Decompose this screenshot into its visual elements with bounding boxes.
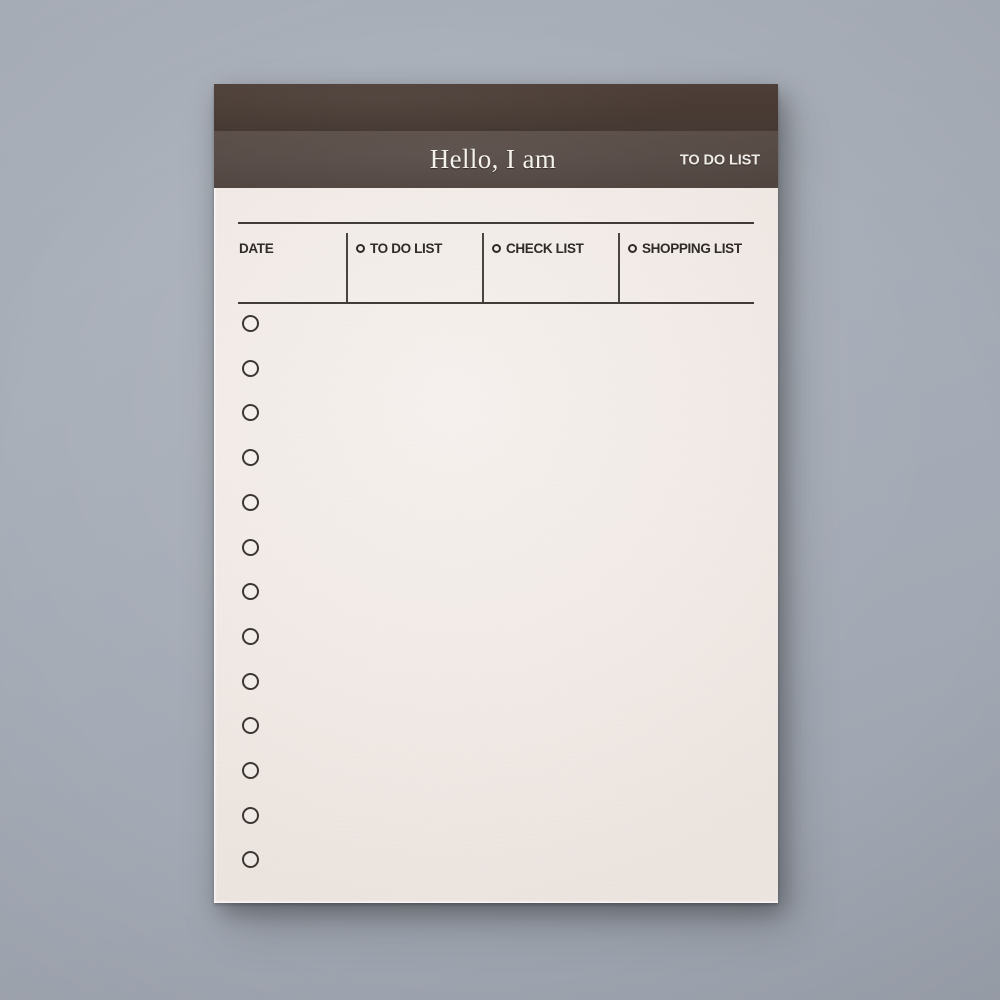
punch-hole-circle[interactable] bbox=[242, 315, 259, 332]
sheet-left-edge-highlight bbox=[214, 188, 217, 903]
notepad-sheet: DATE TO DO LIST CHECK LIST SHOPPING LIST bbox=[214, 188, 778, 903]
notepad[interactable]: Hello, I am TO DO LIST DATE TO DO LIST C… bbox=[214, 84, 778, 903]
punch-hole-circle[interactable] bbox=[242, 538, 259, 556]
punch-hole-circle[interactable] bbox=[242, 583, 259, 601]
punch-hole-circle[interactable] bbox=[242, 404, 259, 422]
punch-hole-circle[interactable] bbox=[242, 359, 259, 377]
column-divider-2 bbox=[482, 233, 484, 302]
column-header-check-list-label: CHECK LIST bbox=[506, 241, 584, 256]
column-header-shopping-list[interactable]: SHOPPING LIST bbox=[628, 241, 742, 256]
notepad-binding-strip bbox=[214, 84, 778, 131]
punch-hole-circle[interactable] bbox=[242, 672, 259, 690]
column-divider-1 bbox=[346, 233, 348, 302]
punch-hole-circle[interactable] bbox=[242, 449, 259, 467]
circle-bullet-icon[interactable] bbox=[492, 244, 501, 253]
column-header-shopping-list-label: SHOPPING LIST bbox=[642, 241, 742, 256]
punch-hole-circle[interactable] bbox=[242, 851, 259, 869]
punch-hole-circle[interactable] bbox=[242, 762, 259, 779]
column-divider-3 bbox=[618, 233, 620, 302]
punch-hole-circle[interactable] bbox=[242, 717, 259, 735]
punch-hole-circle[interactable] bbox=[242, 627, 259, 645]
column-header-date: DATE bbox=[239, 241, 274, 256]
column-header-date-label: DATE bbox=[239, 241, 274, 256]
table-top-rule bbox=[238, 222, 754, 224]
header-tag-label: TO DO LIST bbox=[679, 151, 760, 168]
sheet-bottom-edge-highlight bbox=[214, 900, 778, 903]
notepad-header-band: Hello, I am TO DO LIST bbox=[214, 131, 778, 188]
column-header-check-list[interactable]: CHECK LIST bbox=[492, 241, 584, 256]
circle-bullet-icon[interactable] bbox=[356, 244, 365, 253]
circle-bullet-icon[interactable] bbox=[628, 244, 637, 253]
table-bottom-rule bbox=[238, 302, 754, 304]
column-header-to-do-list-label: TO DO LIST bbox=[370, 241, 443, 256]
punch-hole-circle[interactable] bbox=[242, 493, 259, 511]
punch-hole-circle[interactable] bbox=[242, 806, 259, 824]
column-header-to-do-list[interactable]: TO DO LIST bbox=[356, 241, 442, 256]
